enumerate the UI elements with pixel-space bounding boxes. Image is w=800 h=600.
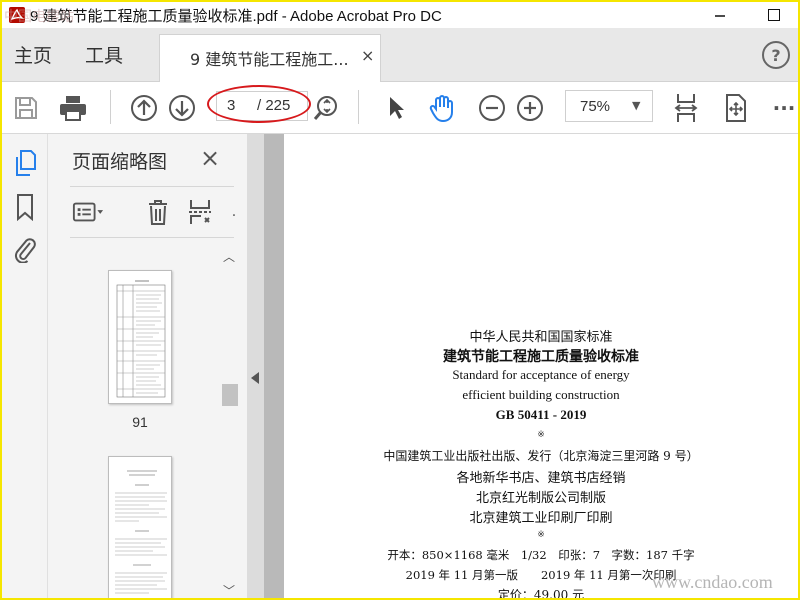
minimize-button[interactable] <box>700 2 740 28</box>
page-thumbnails-panel: 页面缩略图 × . 91 ︿ ﹀ <box>48 134 248 598</box>
zoom-tool-icon[interactable] <box>310 92 342 124</box>
zoom-in-icon[interactable] <box>514 92 546 124</box>
panel-title: 页面缩略图 <box>72 151 168 173</box>
watermark-bottom: www.cndao.com <box>652 572 773 592</box>
doc-separator-mark: ※ <box>537 430 545 440</box>
zoom-select[interactable]: 75% ▼ <box>565 90 653 122</box>
doc-line-publisher: 中国建筑工业出版社出版、发行（北京海淀三里河路 9 号） <box>383 449 699 463</box>
panel-scrollbar[interactable]: ︿ ﹀ <box>220 246 238 598</box>
zoom-value: 75% <box>580 98 611 115</box>
bookmarks-icon[interactable] <box>10 192 40 222</box>
acrobat-app-icon <box>8 6 26 24</box>
more-tools-icon[interactable]: ··· <box>768 92 798 124</box>
doc-line-platemaker: 北京红光制版公司制版 <box>475 491 606 506</box>
pdf-page: 中华人民共和国国家标准 建筑节能工程施工质量验收标准 Standard for … <box>284 134 798 598</box>
print-icon[interactable] <box>57 92 89 124</box>
delete-page-icon[interactable] <box>142 197 174 227</box>
toolbar-separator <box>110 90 111 124</box>
annotation-circle <box>207 85 311 123</box>
hand-tool-icon[interactable] <box>427 92 459 124</box>
attachments-icon[interactable] <box>10 234 40 264</box>
menu-home[interactable]: 主页 <box>14 41 52 68</box>
previous-page-icon[interactable] <box>128 92 160 124</box>
select-arrow-icon[interactable] <box>380 92 412 124</box>
doc-line-printer: 北京建筑工业印刷厂印刷 <box>469 511 613 526</box>
panel-close-button[interactable]: × <box>200 144 220 172</box>
panel-toolbar: . <box>70 186 236 238</box>
acrobat-window: 9 建筑节能工程施工质量验收标准.pdf - Adobe Acrobat Pro… <box>0 0 800 600</box>
menu-bar: 主页 工具 9 建筑节能工程施工... × ? <box>2 28 798 83</box>
full-screen-icon[interactable] <box>720 92 752 124</box>
window-title: 9 建筑节能工程施工质量验收标准.pdf - Adobe Acrobat Pro… <box>30 7 442 25</box>
doc-line-format: 开本：850×1168 毫米 1/32 印张：7 字数：187 千字 <box>387 548 695 562</box>
doc-line-english-title-2: efficient building construction <box>462 387 620 402</box>
thumbnail-options-icon[interactable] <box>72 197 104 227</box>
thumbnail-page-number: 91 <box>132 414 148 430</box>
help-button[interactable]: ? <box>762 41 790 69</box>
next-page-icon[interactable] <box>166 92 198 124</box>
fit-width-icon[interactable] <box>670 92 702 124</box>
title-bar: 9 建筑节能工程施工质量验收标准.pdf - Adobe Acrobat Pro… <box>2 2 798 28</box>
zoom-out-icon[interactable] <box>476 92 508 124</box>
more-options-icon[interactable]: . <box>218 197 250 227</box>
scrollbar-thumb[interactable] <box>222 384 238 406</box>
doc-line-distributor: 各地新华书店、建筑书店经销 <box>456 471 626 486</box>
doc-line-standard-code: GB 50411 - 2019 <box>495 407 587 422</box>
maximize-icon <box>768 9 780 21</box>
toolbar-separator <box>358 90 359 124</box>
toolbar: / 225 75% ▼ ··· <box>2 82 798 134</box>
document-tab[interactable]: 9 建筑节能工程施工... × <box>159 34 381 83</box>
doc-line-standard-type: 中华人民共和国国家标准 <box>469 330 613 345</box>
chevron-down-icon: ▼ <box>632 99 641 112</box>
page-thumbnail[interactable] <box>108 456 172 598</box>
collapse-panel-icon[interactable] <box>251 372 259 384</box>
menu-tools[interactable]: 工具 <box>85 41 123 68</box>
doc-line-title: 建筑节能工程施工质量验收标准 <box>443 349 639 365</box>
maximize-button[interactable] <box>754 2 794 28</box>
scroll-down-icon[interactable]: ﹀ <box>220 582 238 598</box>
save-icon[interactable] <box>10 92 42 124</box>
scroll-up-icon[interactable]: ︿ <box>220 248 238 265</box>
page-thumbnail[interactable] <box>108 270 172 404</box>
document-tab-label: 9 建筑节能工程施工... <box>190 50 349 69</box>
document-view: 中华人民共和国国家标准 建筑节能工程施工质量验收标准 Standard for … <box>264 134 798 598</box>
panel-splitter[interactable] <box>248 134 264 598</box>
navigation-rail <box>2 134 48 598</box>
page-thumbnails-icon[interactable] <box>10 148 40 178</box>
tab-close-button[interactable]: × <box>361 46 374 65</box>
split-page-icon[interactable] <box>184 197 216 227</box>
doc-line-english-title-1: Standard for acceptance of energy <box>452 367 630 382</box>
doc-separator-mark: ※ <box>537 530 545 540</box>
